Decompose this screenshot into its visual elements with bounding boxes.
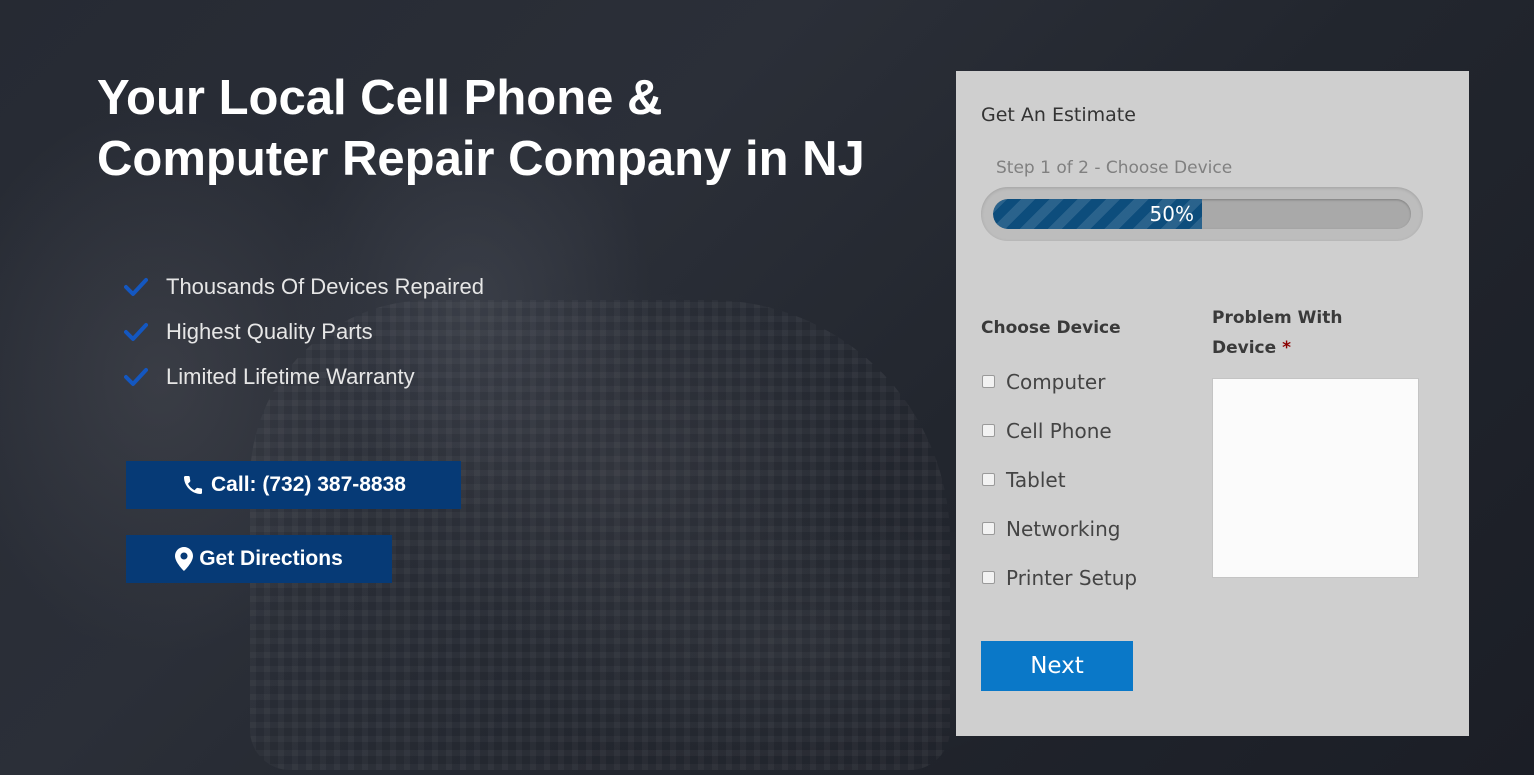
device-option-label: Computer [1006, 369, 1106, 394]
next-button[interactable]: Next [981, 641, 1133, 691]
progress-track: 50% [993, 199, 1411, 229]
device-option-networking[interactable]: Networking [982, 504, 1137, 553]
required-marker: * [1282, 338, 1291, 358]
device-option-label: Printer Setup [1006, 565, 1138, 590]
progress-bar: 50% [981, 187, 1423, 241]
progress-fill: 50% [993, 199, 1202, 229]
checkbox[interactable] [982, 473, 995, 486]
call-button[interactable]: Call: (732) 387-8838 [126, 461, 461, 509]
problem-with-device-label: Problem With Device * [1212, 303, 1412, 363]
estimate-form-title: Get An Estimate [981, 104, 1136, 126]
hero-headline-line2: Computer Repair Company in NJ [97, 132, 865, 186]
check-icon [124, 277, 148, 296]
hero-headline: Your Local Cell Phone & Computer Repair … [97, 68, 917, 190]
feature-item: Thousands Of Devices Repaired [124, 264, 484, 309]
feature-label: Limited Lifetime Warranty [166, 363, 415, 389]
step-label: Step 1 of 2 - Choose Device [996, 158, 1233, 178]
choose-device-label: Choose Device [981, 318, 1121, 338]
feature-label: Thousands Of Devices Repaired [166, 273, 484, 299]
checkbox[interactable] [982, 571, 995, 584]
get-directions-button[interactable]: Get Directions [126, 535, 392, 583]
problem-label-text: Problem With Device [1212, 308, 1343, 358]
estimate-form-panel: Get An Estimate Step 1 of 2 - Choose Dev… [956, 71, 1469, 736]
device-options: Computer Cell Phone Tablet Networking Pr… [982, 357, 1137, 602]
feature-label: Highest Quality Parts [166, 318, 373, 344]
checkbox[interactable] [982, 375, 995, 388]
get-directions-label: Get Directions [199, 547, 343, 570]
hero-headline-line1: Your Local Cell Phone & [97, 71, 663, 125]
check-icon [124, 367, 148, 386]
feature-list: Thousands Of Devices Repaired Highest Qu… [124, 264, 484, 399]
feature-item: Limited Lifetime Warranty [124, 354, 484, 399]
checkbox[interactable] [982, 522, 995, 535]
checkbox[interactable] [982, 424, 995, 437]
call-button-label: Call: (732) 387-8838 [211, 473, 406, 496]
device-option-label: Cell Phone [1006, 418, 1112, 443]
device-option-cell-phone[interactable]: Cell Phone [982, 406, 1137, 455]
device-option-printer-setup[interactable]: Printer Setup [982, 553, 1137, 602]
progress-percent: 50% [1149, 202, 1194, 226]
feature-item: Highest Quality Parts [124, 309, 484, 354]
device-option-tablet[interactable]: Tablet [982, 455, 1137, 504]
problem-textarea[interactable] [1212, 378, 1419, 578]
map-marker-icon [175, 547, 194, 571]
phone-icon [184, 476, 203, 494]
device-option-label: Networking [1006, 516, 1121, 541]
device-option-computer[interactable]: Computer [982, 357, 1137, 406]
check-icon [124, 322, 148, 341]
device-option-label: Tablet [1006, 467, 1066, 492]
